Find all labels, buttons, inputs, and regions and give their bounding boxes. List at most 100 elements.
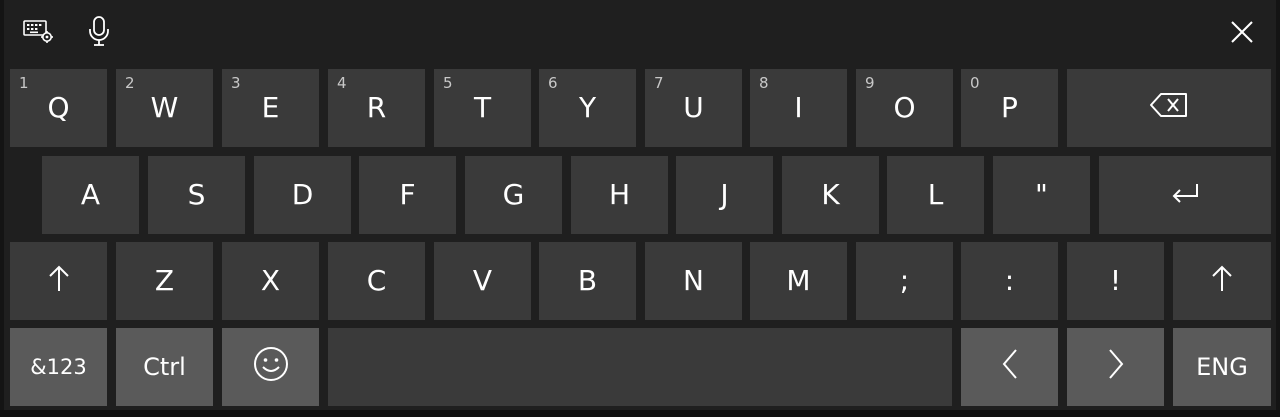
key-number-hint: 0 [970, 74, 980, 92]
microphone-button[interactable] [84, 15, 114, 51]
symbols-key[interactable]: &123 [10, 328, 107, 406]
key-b[interactable]: B [539, 242, 636, 320]
taskbar-edge [0, 410, 1280, 417]
key-quote[interactable]: " [993, 156, 1090, 234]
key-number-hint: 3 [231, 74, 241, 92]
shift-arrow-icon [47, 263, 71, 300]
enter-key[interactable] [1099, 156, 1271, 234]
emoji-smiley-icon [252, 345, 290, 390]
key-a[interactable]: A [42, 156, 139, 234]
key-i[interactable]: 8 I [750, 69, 847, 147]
key-u[interactable]: 7 U [645, 69, 742, 147]
key-x[interactable]: X [222, 242, 319, 320]
backspace-key[interactable] [1067, 69, 1271, 147]
key-label: " [1035, 178, 1048, 211]
key-label: O [893, 91, 916, 124]
key-label: : [1004, 264, 1015, 297]
key-label: X [260, 264, 281, 297]
key-number-hint: 6 [548, 74, 558, 92]
key-label: I [794, 91, 803, 124]
key-h[interactable]: H [571, 156, 668, 234]
key-number-hint: 7 [654, 74, 664, 92]
key-j[interactable]: J [676, 156, 773, 234]
key-label: B [577, 264, 598, 297]
chevron-left-icon [1000, 348, 1020, 387]
key-exclamation[interactable]: ! [1067, 242, 1164, 320]
key-g[interactable]: G [465, 156, 562, 234]
key-q[interactable]: 1 Q [10, 69, 107, 147]
emoji-key[interactable] [222, 328, 319, 406]
key-label: W [150, 91, 179, 124]
key-label: J [720, 178, 729, 211]
key-label: ! [1109, 264, 1122, 297]
key-v[interactable]: V [434, 242, 531, 320]
key-label: G [502, 178, 525, 211]
key-number-hint: 9 [865, 74, 875, 92]
close-keyboard-button[interactable] [1224, 16, 1260, 52]
key-number-hint: 2 [125, 74, 135, 92]
key-z[interactable]: Z [116, 242, 213, 320]
key-k[interactable]: K [782, 156, 879, 234]
key-semicolon[interactable]: ; [856, 242, 953, 320]
key-r[interactable]: 4 R [328, 69, 425, 147]
cursor-left-key[interactable] [961, 328, 1058, 406]
key-label: E [261, 91, 280, 124]
key-label: Z [154, 264, 175, 297]
key-label: T [473, 91, 492, 124]
cursor-right-key[interactable] [1067, 328, 1164, 406]
enter-icon [1169, 179, 1201, 212]
keyboard-edge-right [1276, 0, 1280, 417]
key-label: ENG [1196, 353, 1248, 381]
touch-keyboard: 1 Q 2 W 3 E 4 R 5 T 6 Y 7 U 8 I 9 O 0 P [0, 0, 1280, 417]
key-label: P [1001, 91, 1018, 124]
key-label: V [472, 264, 493, 297]
key-t[interactable]: 5 T [434, 69, 531, 147]
keyboard-settings-icon [22, 17, 54, 49]
key-label: D [291, 178, 314, 211]
key-label: L [927, 178, 944, 211]
key-number-hint: 5 [443, 74, 453, 92]
key-c[interactable]: C [328, 242, 425, 320]
key-label: F [399, 178, 416, 211]
close-icon [1230, 20, 1254, 48]
key-e[interactable]: 3 E [222, 69, 319, 147]
key-w[interactable]: 2 W [116, 69, 213, 147]
key-label: C [366, 264, 387, 297]
ctrl-key[interactable]: Ctrl [116, 328, 213, 406]
key-label: N [683, 264, 704, 297]
key-p[interactable]: 0 P [961, 69, 1058, 147]
language-key[interactable]: ENG [1173, 328, 1271, 406]
key-o[interactable]: 9 O [856, 69, 953, 147]
key-number-hint: 1 [19, 74, 29, 92]
shift-key-right[interactable] [1173, 242, 1271, 320]
key-m[interactable]: M [750, 242, 847, 320]
key-colon[interactable]: : [961, 242, 1058, 320]
key-label: R [366, 91, 387, 124]
space-bar[interactable] [328, 328, 952, 406]
key-f[interactable]: F [359, 156, 456, 234]
key-label: ; [899, 264, 910, 297]
key-label: Y [578, 91, 597, 124]
microphone-icon [88, 15, 110, 51]
key-label: &123 [30, 354, 87, 379]
key-label: M [786, 264, 811, 297]
key-y[interactable]: 6 Y [539, 69, 636, 147]
key-label: A [80, 178, 101, 211]
keyboard-settings-button[interactable] [20, 17, 56, 49]
key-label: Q [47, 91, 70, 124]
key-label: S [187, 178, 206, 211]
key-number-hint: 8 [759, 74, 769, 92]
key-s[interactable]: S [148, 156, 245, 234]
key-number-hint: 4 [337, 74, 347, 92]
shift-arrow-icon [1210, 263, 1234, 300]
key-n[interactable]: N [645, 242, 742, 320]
key-d[interactable]: D [254, 156, 351, 234]
backspace-icon [1149, 92, 1189, 125]
keyboard-edge-left [0, 0, 4, 417]
key-label: H [608, 178, 631, 211]
key-l[interactable]: L [887, 156, 984, 234]
key-label: K [821, 178, 840, 211]
shift-key-left[interactable] [10, 242, 107, 320]
key-label: Ctrl [143, 353, 186, 381]
chevron-right-icon [1106, 348, 1126, 387]
